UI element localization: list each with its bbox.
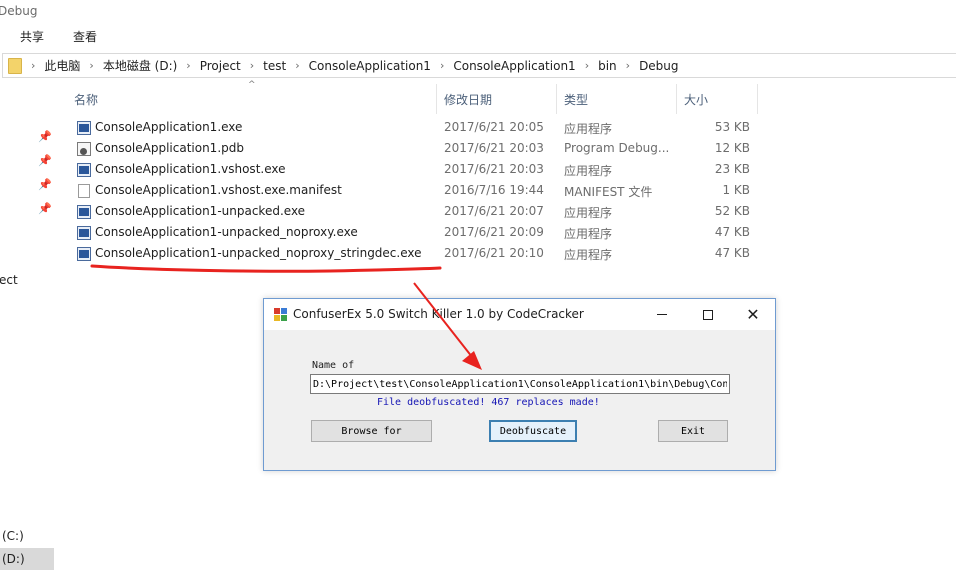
minimize-icon — [657, 314, 667, 315]
ribbon-tab-share[interactable]: 共享 — [20, 28, 44, 45]
column-header-type[interactable]: 类型 — [564, 91, 588, 108]
file-type: 应用程序 — [564, 122, 613, 136]
column-header-size[interactable]: 大小 — [684, 91, 708, 108]
file-row[interactable]: ConsoleApplication1.vshost.exe.manifest … — [72, 181, 762, 202]
file-date: 2017/6/21 20:09 — [444, 225, 544, 239]
file-date: 2016/7/16 19:44 — [444, 183, 544, 197]
deobfuscator-dialog: ConfuserEx 5.0 Switch Killer 1.0 by Code… — [263, 298, 776, 471]
file-row[interactable]: ConsoleApplication1.exe 2017/6/21 20:05 … — [72, 118, 762, 139]
column-header-name[interactable]: 名称 — [74, 91, 98, 108]
file-size: 47 KB — [714, 225, 750, 239]
window-title: Debug — [0, 4, 38, 18]
breadcrumb-local-disk-d[interactable]: 本地磁盘 (D:) — [103, 57, 177, 74]
chevron-right-icon[interactable]: › — [22, 59, 44, 72]
file-row[interactable]: ConsoleApplication1.pdb 2017/6/21 20:03 … — [72, 139, 762, 160]
file-name: ConsoleApplication1-unpacked_noproxy.exe — [95, 225, 358, 239]
sort-ascending-icon: ^ — [248, 80, 256, 90]
chevron-right-icon[interactable]: › — [241, 59, 263, 72]
nav-item-drive-c[interactable]: (C:) — [2, 529, 24, 543]
exe-icon — [77, 163, 91, 177]
file-size: 47 KB — [714, 246, 750, 260]
browse-button[interactable]: Browse for — [311, 420, 432, 442]
chevron-right-icon[interactable]: › — [177, 59, 199, 72]
maximize-button[interactable] — [685, 299, 731, 330]
file-date: 2017/6/21 20:05 — [444, 120, 544, 134]
nav-item-drive-d[interactable]: (D:) — [2, 552, 25, 566]
dialog-title-bar[interactable]: ConfuserEx 5.0 Switch Killer 1.0 by Code… — [264, 299, 775, 330]
name-of-label: Name of — [312, 360, 355, 371]
status-message: File deobfuscated! 467 replaces made! — [377, 397, 600, 408]
maximize-icon — [703, 309, 713, 320]
breadcrumb-project[interactable]: Project — [200, 59, 241, 73]
column-header-date[interactable]: 修改日期 — [444, 91, 492, 108]
column-divider[interactable] — [556, 84, 557, 114]
file-type: 应用程序 — [564, 206, 613, 220]
file-date: 2017/6/21 20:03 — [444, 141, 544, 155]
pin-icon[interactable]: 📌 — [38, 178, 52, 191]
file-size: 12 KB — [714, 141, 750, 155]
file-date: 2017/6/21 20:10 — [444, 246, 544, 260]
annotation-overlay — [90, 264, 482, 370]
column-divider[interactable] — [757, 84, 758, 114]
file-size: 23 KB — [714, 162, 750, 176]
breadcrumb-bin[interactable]: bin — [598, 59, 617, 73]
breadcrumb-consoleapplication1[interactable]: ConsoleApplication1 — [309, 59, 431, 73]
file-path-input[interactable] — [310, 374, 730, 394]
chevron-right-icon[interactable]: › — [286, 59, 308, 72]
exe-icon — [77, 247, 91, 261]
dialog-title: ConfuserEx 5.0 Switch Killer 1.0 by Code… — [293, 307, 584, 321]
nav-item-partial[interactable]: ect — [0, 273, 18, 287]
chevron-right-icon[interactable]: › — [617, 59, 639, 72]
close-icon: ✕ — [746, 304, 760, 324]
breadcrumb-this-pc[interactable]: 此电脑 — [44, 57, 80, 74]
annotation-underline — [90, 264, 442, 273]
exe-icon — [77, 121, 91, 135]
folder-icon — [8, 57, 22, 74]
file-type: Program Debug... — [564, 141, 670, 155]
file-type: 应用程序 — [564, 227, 613, 241]
file-row[interactable]: ConsoleApplication1.vshost.exe 2017/6/21… — [72, 160, 762, 181]
breadcrumb-consoleapplication1-sub[interactable]: ConsoleApplication1 — [453, 59, 575, 73]
exit-button[interactable]: Exit — [658, 420, 728, 442]
file-row[interactable]: ConsoleApplication1-unpacked_noproxy.exe… — [72, 223, 762, 244]
ribbon-tab-view[interactable]: 查看 — [73, 28, 97, 45]
file-size: 52 KB — [714, 204, 750, 218]
chevron-right-icon[interactable]: › — [576, 59, 598, 72]
minimize-button[interactable] — [639, 299, 685, 330]
column-divider[interactable] — [676, 84, 677, 114]
file-row[interactable]: ConsoleApplication1-unpacked.exe 2017/6/… — [72, 202, 762, 223]
close-button[interactable]: ✕ — [730, 299, 776, 330]
file-name: ConsoleApplication1.exe — [95, 120, 243, 134]
exe-icon — [77, 205, 91, 219]
file-name: ConsoleApplication1-unpacked.exe — [95, 204, 306, 218]
file-name: ConsoleApplication1.pdb — [95, 141, 244, 155]
exe-icon — [77, 226, 91, 240]
address-bar[interactable]: › 此电脑 › 本地磁盘 (D:) › Project › test › Con… — [2, 53, 956, 78]
breadcrumb-test[interactable]: test — [263, 59, 286, 73]
file-date: 2017/6/21 20:07 — [444, 204, 544, 218]
chevron-right-icon[interactable]: › — [431, 59, 453, 72]
breadcrumb-debug[interactable]: Debug — [639, 59, 678, 73]
file-size: 53 KB — [714, 120, 750, 134]
pin-icon[interactable]: 📌 — [38, 202, 52, 215]
file-type: 应用程序 — [564, 248, 613, 262]
document-icon — [78, 184, 90, 198]
pin-icon[interactable]: 📌 — [38, 130, 52, 143]
chevron-right-icon[interactable]: › — [80, 59, 102, 72]
file-row[interactable]: ConsoleApplication1-unpacked_noproxy_str… — [72, 244, 762, 265]
file-name: ConsoleApplication1-unpacked_noproxy_str… — [95, 246, 422, 260]
file-name: ConsoleApplication1.vshost.exe — [95, 162, 286, 176]
pdb-icon — [77, 142, 91, 156]
app-icon — [274, 308, 287, 321]
file-type: 应用程序 — [564, 164, 613, 178]
file-size: 1 KB — [722, 183, 750, 197]
file-name: ConsoleApplication1.vshost.exe.manifest — [95, 183, 342, 197]
column-divider[interactable] — [436, 84, 437, 114]
file-date: 2017/6/21 20:03 — [444, 162, 544, 176]
deobfuscate-button[interactable]: Deobfuscate — [489, 420, 577, 442]
pin-icon[interactable]: 📌 — [38, 154, 52, 167]
file-type: MANIFEST 文件 — [564, 185, 653, 199]
